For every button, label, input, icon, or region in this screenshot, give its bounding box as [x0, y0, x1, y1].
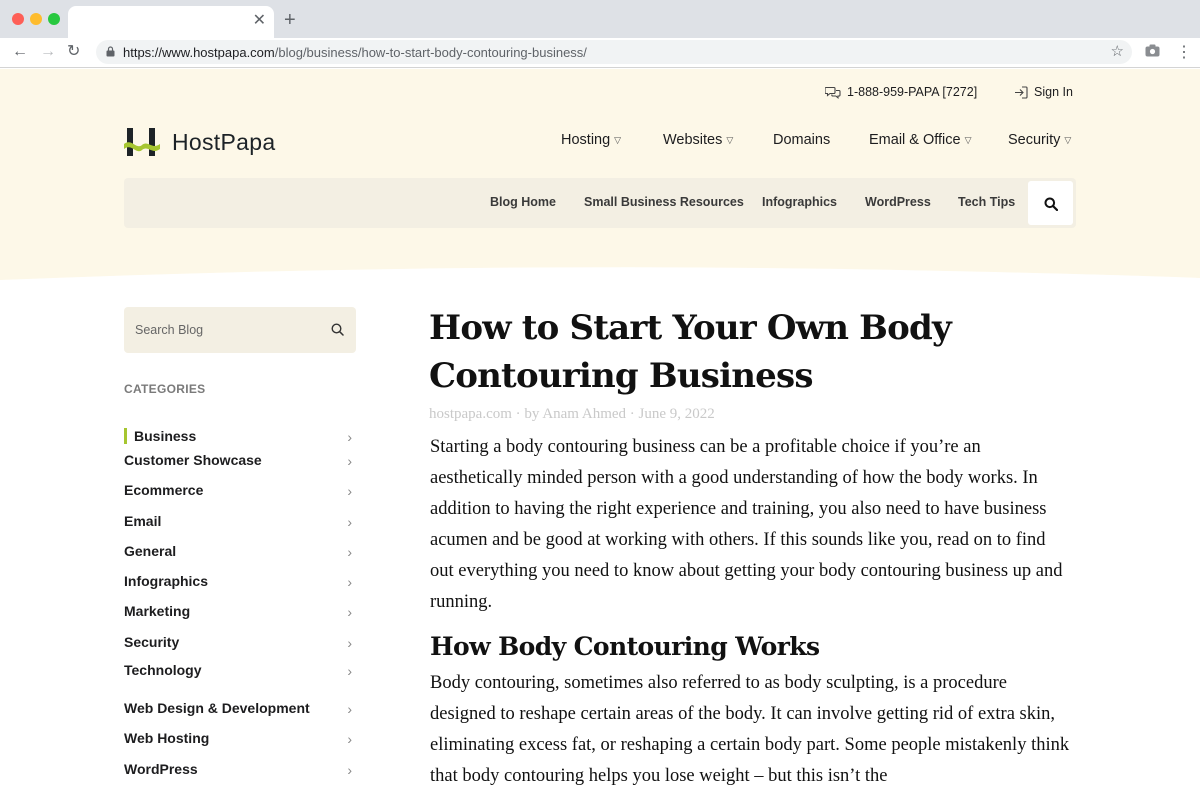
article-intro-paragraph: Starting a body contouring business can …: [430, 437, 1063, 612]
new-tab-button[interactable]: +: [284, 8, 296, 32]
minimize-window-button[interactable]: [30, 13, 42, 25]
chevron-down-icon: ▽: [964, 134, 972, 145]
logo-wordmark: HostPapa: [172, 128, 276, 155]
categories-heading: CATEGORIES: [124, 382, 206, 396]
chevron-right-icon: ›: [347, 483, 352, 499]
chevron-right-icon: ›: [347, 701, 352, 717]
chevron-down-icon: ▽: [726, 134, 734, 145]
category-label: WordPress: [124, 761, 198, 777]
category-ecommerce[interactable]: Ecommerce ›: [124, 482, 354, 502]
chevron-right-icon: ›: [347, 574, 352, 590]
category-label: Email: [124, 513, 162, 529]
sign-in-icon: [1015, 85, 1028, 99]
maximize-window-button[interactable]: [48, 13, 60, 25]
category-web-hosting[interactable]: Web Hosting ›: [124, 730, 354, 750]
nav-domains[interactable]: Domains: [773, 132, 830, 148]
search-blog-input[interactable]: [124, 307, 324, 353]
chevron-right-icon: ›: [347, 514, 352, 530]
chevron-right-icon: ›: [347, 604, 352, 620]
subnav-wordpress[interactable]: WordPress: [865, 195, 931, 209]
phone-number: 1-888-959-PAPA [7272]: [847, 85, 978, 99]
category-label: Ecommerce: [124, 482, 204, 498]
category-label: Infographics: [124, 573, 209, 589]
subnav-tech-tips[interactable]: Tech Tips: [958, 195, 1015, 209]
chevron-right-icon: ›: [347, 635, 352, 651]
category-web-design-development[interactable]: Web Design & Development ›: [124, 700, 354, 720]
category-general[interactable]: General ›: [124, 543, 354, 563]
forward-arrow-icon[interactable]: →: [40, 42, 56, 62]
chevron-down-icon: ▽: [1064, 134, 1072, 145]
nav-security-label: Security: [1008, 132, 1061, 148]
chevron-right-icon: ›: [347, 731, 352, 747]
category-marketing[interactable]: Marketing ›: [124, 603, 354, 623]
reload-icon[interactable]: ↻: [67, 42, 80, 62]
nav-security[interactable]: Security ▽: [1008, 132, 1071, 148]
subnav-infographics[interactable]: Infographics: [762, 195, 837, 209]
hostpapa-logo[interactable]: HostPapa: [124, 126, 275, 158]
category-email[interactable]: Email ›: [124, 513, 354, 533]
chevron-right-icon: ›: [347, 663, 352, 679]
subnav-blog-home[interactable]: Blog Home: [490, 195, 556, 209]
chevron-right-icon: ›: [347, 429, 352, 445]
chevron-right-icon: ›: [347, 762, 352, 778]
category-label: Security: [124, 634, 180, 650]
browser-toolbar: ← → ↻ https://www.hostpapa.com/blog/busi…: [0, 38, 1200, 68]
chevron-right-icon: ›: [347, 453, 352, 469]
more-menu-icon[interactable]: ⋮: [1176, 42, 1192, 62]
subnav-small-business-resources[interactable]: Small Business Resources: [584, 195, 744, 209]
category-wordpress[interactable]: WordPress ›: [124, 761, 354, 781]
category-label: Marketing: [124, 603, 191, 619]
sign-in-label: Sign In: [1034, 85, 1073, 99]
nav-websites-label: Websites: [663, 132, 723, 148]
tab-close-icon[interactable]: ✕: [253, 12, 266, 30]
nav-email-office[interactable]: Email & Office ▽: [869, 132, 972, 148]
category-label: Web Hosting: [124, 730, 210, 746]
category-infographics[interactable]: Infographics ›: [124, 573, 354, 593]
category-label: Technology: [124, 662, 202, 678]
category-technology[interactable]: Technology ›: [124, 662, 354, 682]
hostpapa-logo-mark: [124, 128, 160, 156]
section-heading: How Body Contouring Works: [430, 632, 820, 661]
article-body-paragraph: Body contouring, sometimes also referred…: [430, 673, 1070, 786]
nav-hosting-label: Hosting: [561, 132, 611, 148]
nav-domains-label: Domains: [773, 132, 831, 148]
category-label: Web Design & Development: [124, 700, 310, 716]
search-icon: [1044, 197, 1058, 211]
search-icon[interactable]: [331, 323, 344, 336]
sign-in-link[interactable]: Sign In: [1014, 85, 1073, 99]
category-label: General: [124, 543, 177, 559]
category-customer-showcase[interactable]: Customer Showcase ›: [124, 452, 354, 472]
category-security[interactable]: Security ›: [124, 634, 354, 654]
close-window-button[interactable]: [12, 13, 24, 25]
nav-websites[interactable]: Websites ▽: [663, 132, 733, 148]
chevron-right-icon: ›: [347, 544, 352, 560]
bookmark-star-icon[interactable]: ☆: [1111, 42, 1124, 60]
browser-tab[interactable]: ✕: [68, 6, 274, 38]
back-arrow-icon[interactable]: ←: [12, 42, 28, 62]
camera-icon[interactable]: [1145, 44, 1160, 57]
sidebar-search: [124, 307, 356, 353]
category-business[interactable]: Business ›: [124, 428, 354, 448]
url-text: https://www.hostpapa.com/blog/business/h…: [123, 45, 587, 60]
chat-bubbles-icon: [825, 86, 841, 99]
category-label: Customer Showcase: [124, 452, 262, 468]
header-wave-divider: [0, 267, 1200, 302]
blog-search-button[interactable]: [1028, 181, 1073, 225]
phone-link[interactable]: 1-888-959-PAPA [7272]: [825, 85, 977, 99]
address-bar[interactable]: https://www.hostpapa.com/blog/business/h…: [96, 40, 1132, 64]
blog-subnav: Blog Home Small Business Resources Infog…: [124, 178, 1076, 228]
browser-tabbar: ✕ +: [0, 0, 1200, 38]
category-label: Business: [134, 428, 197, 444]
lock-icon: [106, 46, 115, 57]
chevron-down-icon: ▽: [614, 134, 622, 145]
article-meta: hostpapa.com · by Anam Ahmed · June 9, 2…: [429, 406, 715, 422]
article-title: How to Start Your Own Body Contouring Bu…: [429, 308, 952, 396]
nav-hosting[interactable]: Hosting ▽: [561, 132, 621, 148]
nav-email-label: Email & Office: [869, 132, 961, 148]
